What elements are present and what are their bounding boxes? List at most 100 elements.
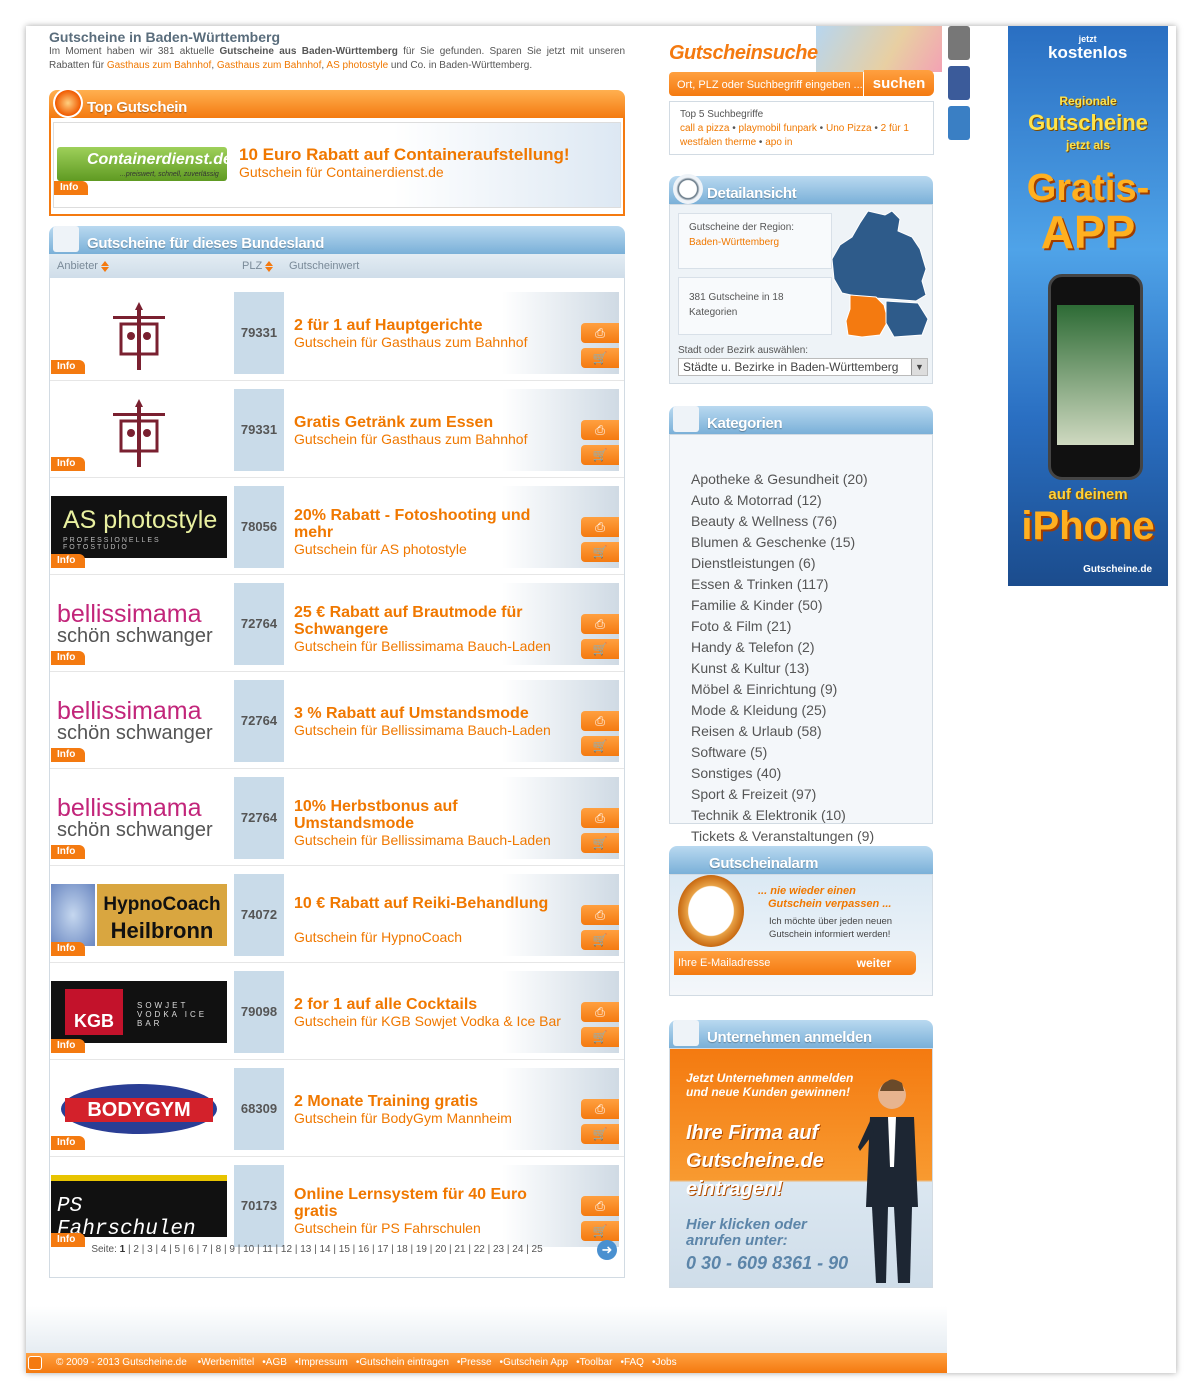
category-link[interactable]: Auto & Motorrad (12) (691, 492, 822, 508)
footer-link[interactable]: Toolbar (580, 1357, 613, 1368)
category-link[interactable]: Reisen & Urlaub (58) (691, 723, 822, 739)
print-icon[interactable]: ⎙ (581, 1099, 619, 1119)
region-link[interactable]: Baden-Württemberg (689, 237, 779, 248)
top5-term[interactable]: apo in (765, 137, 792, 148)
voucher-row[interactable]: bellissimama schön schwanger Info 72764 3 % … (50, 671, 624, 762)
offer-title[interactable]: 2 Monate Training gratis (294, 1093, 564, 1110)
column-plz[interactable]: PLZ (242, 260, 274, 272)
column-anbieter[interactable]: Anbieter (57, 260, 109, 272)
voucher-row[interactable]: Info 79331 2 für 1 auf Hauptgerichte Gutsch… (50, 286, 624, 374)
category-link[interactable]: Tickets & Veranstaltungen (9) (691, 828, 874, 844)
offer-subtitle[interactable]: Gutschein für AS photostyle (294, 541, 467, 557)
category-link[interactable]: Sonstiges (40) (691, 765, 781, 781)
footer-link[interactable]: Gutschein App (503, 1357, 568, 1368)
cart-icon[interactable]: 🛒 (581, 1221, 619, 1241)
category-link[interactable]: Blumen & Geschenke (15) (691, 534, 855, 550)
offer-cell[interactable]: 10 € Rabatt auf Reiki-Behandlung Gutschei… (284, 874, 619, 956)
cart-icon[interactable]: 🛒 (581, 639, 619, 659)
offer-subtitle[interactable]: Gutschein für Gasthaus zum Bahnhof (294, 334, 527, 350)
category-link[interactable]: Familie & Kinder (50) (691, 597, 823, 613)
offer-title[interactable]: 20% Rabatt - Fotoshooting und mehr (294, 507, 564, 541)
footer-link[interactable]: FAQ (624, 1357, 644, 1368)
offer-subtitle[interactable]: Gutschein für Bellissimama Bauch-Laden (294, 722, 551, 738)
cart-icon[interactable]: 🛒 (581, 930, 619, 950)
germany-map[interactable] (830, 209, 930, 339)
cart-icon[interactable]: 🛒 (581, 1027, 619, 1047)
voucher-row[interactable]: PS Fahrschulen Info 70173 Online Lernsystem… (50, 1156, 624, 1247)
category-link[interactable]: Software (5) (691, 744, 767, 760)
cart-icon[interactable]: 🛒 (581, 833, 619, 853)
footer-link[interactable]: Werbemittel (201, 1357, 254, 1368)
top-gutschein-card[interactable]: Containerdienst.de ...preiswert, schnell… (53, 122, 621, 208)
category-link[interactable]: Mode & Kleidung (25) (691, 702, 826, 718)
info-button[interactable]: Info (51, 554, 85, 568)
cart-icon[interactable]: 🛒 (581, 1124, 619, 1144)
offer-cell[interactable]: 25 € Rabatt auf Brautmode für Schwangere… (284, 583, 619, 665)
intro-link-gasthaus-1[interactable]: Gasthaus zum Bahnhof (107, 60, 212, 71)
footer-link[interactable]: Gutschein eintragen (359, 1357, 449, 1368)
offer-title[interactable]: Online Lernsystem für 40 Euro gratis (294, 1186, 564, 1220)
print-icon[interactable]: ⎙ (581, 808, 619, 828)
offer-title[interactable]: 10% Herbstbonus auf Umstandsmode (294, 798, 564, 832)
cart-icon[interactable]: 🛒 (581, 445, 619, 465)
top5-term[interactable]: call a pizza (680, 123, 729, 134)
category-link[interactable]: Essen & Trinken (117) (691, 576, 828, 592)
voucher-row[interactable]: AS photostyle PROFESSIONELLES FOTOSTUDIO I… (50, 477, 624, 568)
intro-link-gasthaus-2[interactable]: Gasthaus zum Bahnhof (217, 60, 322, 71)
info-button[interactable]: Info (51, 360, 85, 374)
cart-icon[interactable]: 🛒 (581, 736, 619, 756)
offer-subtitle[interactable]: Gutschein für BodyGym Mannheim (294, 1110, 512, 1126)
sort-icon[interactable] (265, 260, 274, 272)
next-page-icon[interactable]: ➜ (597, 1240, 617, 1260)
register-banner[interactable]: Jetzt Unternehmen anmelden und neue Kund… (669, 1048, 933, 1288)
category-link[interactable]: Handy & Telefon (2) (691, 639, 814, 655)
top-gutschein-offer-title[interactable]: 10 Euro Rabatt auf Containeraufstellung! (239, 145, 570, 165)
intro-link-as-photostyle[interactable]: AS photostyle (326, 60, 388, 71)
offer-subtitle[interactable]: Gutschein für Bellissimama Bauch-Laden (294, 832, 551, 848)
app-ad-banner[interactable]: jetzt kostenlos Regionale Gutscheine jet… (1008, 26, 1168, 586)
category-link[interactable]: Sport & Freizeit (97) (691, 786, 816, 802)
offer-subtitle[interactable]: Gutschein für HypnoCoach (294, 929, 462, 945)
category-link[interactable]: Möbel & Einrichtung (9) (691, 681, 837, 697)
category-link[interactable]: Foto & Film (21) (691, 618, 791, 634)
favorite-star-icon[interactable] (948, 106, 970, 140)
voucher-row[interactable]: BODYGYM Info 68309 2 Monate Training gratis… (50, 1059, 624, 1150)
offer-title[interactable]: 2 für 1 auf Hauptgerichte (294, 317, 564, 334)
info-button[interactable]: Info (54, 181, 88, 195)
facebook-icon[interactable] (948, 66, 970, 100)
offer-cell[interactable]: 2 Monate Training gratis Gutschein für Bo… (284, 1068, 619, 1150)
pager-links[interactable]: | 2 | 3 | 4 | 5 | 6 | 7 | 8 | 9 | 10 | 1… (128, 1244, 543, 1255)
info-button[interactable]: Info (51, 651, 85, 665)
info-button[interactable]: Info (51, 457, 85, 471)
offer-cell[interactable]: 10% Herbstbonus auf Umstandsmode Gutschei… (284, 777, 619, 859)
district-select[interactable]: Städte u. Bezirke in Baden-Württemberg ▼ (678, 358, 928, 376)
offer-title[interactable]: 2 for 1 auf alle Cocktails (294, 996, 564, 1013)
print-icon[interactable]: ⎙ (581, 905, 619, 925)
offer-cell[interactable]: 2 for 1 auf alle Cocktails Gutschein für … (284, 971, 619, 1053)
category-link[interactable]: Kunst & Kultur (13) (691, 660, 809, 676)
voucher-row[interactable]: Info 79331 Gratis Getränk zum Essen Gutsche… (50, 380, 624, 471)
footer-link[interactable]: Jobs (655, 1357, 676, 1368)
footer-link[interactable]: Impressum (298, 1357, 347, 1368)
offer-title[interactable]: Gratis Getränk zum Essen (294, 414, 564, 431)
voucher-row[interactable]: bellissimama schön schwanger Info 72764 10% … (50, 768, 624, 859)
category-link[interactable]: Technik & Elektronik (10) (691, 807, 846, 823)
offer-title[interactable]: 3 % Rabatt auf Umstandsmode (294, 705, 564, 722)
print-icon[interactable]: ⎙ (581, 517, 619, 537)
category-link[interactable]: Apotheke & Gesundheit (20) (691, 471, 868, 487)
print-icon[interactable]: ⎙ (581, 420, 619, 440)
offer-title[interactable]: 25 € Rabatt auf Brautmode für Schwangere (294, 604, 564, 638)
category-link[interactable]: Dienstleistungen (6) (691, 555, 816, 571)
print-icon[interactable]: ⎙ (581, 1196, 619, 1216)
voucher-row[interactable]: KGB SOWJET VODKA ICE BAR Info 79098 2 for 1 … (50, 962, 624, 1053)
offer-cell[interactable]: 2 für 1 auf Hauptgerichte Gutschein für G… (284, 292, 619, 374)
google-plus-icon[interactable] (948, 26, 970, 60)
footer-link[interactable]: AGB (266, 1357, 287, 1368)
offer-cell[interactable]: Gratis Getränk zum Essen Gutschein für Ga… (284, 389, 619, 471)
info-button[interactable]: Info (51, 748, 85, 762)
offer-subtitle[interactable]: Gutschein für Gasthaus zum Bahnhof (294, 431, 527, 447)
cart-icon[interactable]: 🛒 (581, 542, 619, 562)
rss-icon[interactable] (28, 1356, 42, 1370)
top5-term[interactable]: playmobil funpark (739, 123, 817, 134)
print-icon[interactable]: ⎙ (581, 1002, 619, 1022)
